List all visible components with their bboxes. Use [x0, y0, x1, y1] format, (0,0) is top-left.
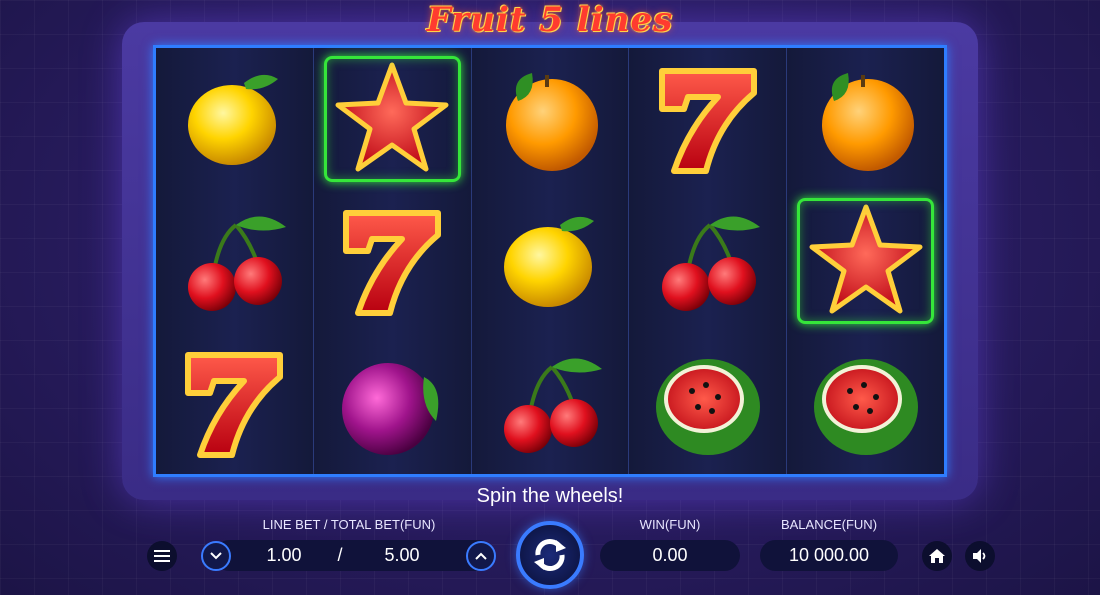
game-logo: Fruit 5 lines [0, 0, 1100, 48]
lemon-icon [188, 74, 279, 165]
watermelon-icon [655, 359, 760, 455]
total-bet-value: 5.00 [384, 545, 420, 565]
win-label: WIN(FUN) [639, 517, 701, 532]
reels-grid [153, 45, 947, 477]
seven-icon [343, 210, 442, 316]
reel-3 [471, 48, 630, 474]
watermelon-icon [813, 359, 918, 455]
line-bet-value: 1.00 [266, 545, 302, 565]
home-icon [929, 549, 945, 563]
orange-icon [505, 73, 598, 171]
reel-symbol-cherry [156, 190, 313, 332]
star-icon [335, 62, 449, 172]
status-message: Spin the wheels! [476, 485, 624, 507]
cherry-icon [503, 358, 602, 453]
plum-icon [342, 363, 439, 455]
menu-button[interactable] [147, 541, 177, 571]
menu-icon [154, 550, 170, 562]
reel-2 [313, 48, 472, 474]
orange-icon [821, 73, 914, 171]
seven-icon [658, 68, 757, 174]
win-display: 0.00 [600, 540, 740, 571]
reel-symbol-cherry [629, 190, 786, 332]
reel-symbol-plum [314, 332, 471, 474]
bet-label: LINE BET / TOTAL BET(FUN) [262, 517, 436, 532]
sound-button[interactable] [965, 541, 995, 571]
balance-display: 10 000.00 [760, 540, 898, 571]
reel-symbol-lemon [472, 190, 629, 332]
bet-separator: / [337, 545, 343, 565]
reel-symbol-orange [787, 48, 944, 190]
reel-symbol-lemon [156, 48, 313, 190]
reel-symbol-cherry [472, 332, 629, 474]
bet-increase-button[interactable] [466, 541, 496, 571]
home-button[interactable] [922, 541, 952, 571]
reel-5 [787, 48, 944, 474]
reel-symbol-seven [156, 332, 313, 474]
balance-label: BALANCE(FUN) [780, 517, 878, 532]
reel-symbol-watermelon [787, 332, 944, 474]
seven-icon [185, 352, 284, 458]
cherry-icon [661, 216, 760, 311]
reel-1 [156, 48, 314, 474]
win-value: 0.00 [652, 545, 688, 565]
balance-value: 10 000.00 [788, 545, 870, 565]
reel-symbol-star [314, 48, 471, 190]
game-title: Fruit 5 lines [426, 0, 674, 40]
reel-symbol-orange [472, 48, 629, 190]
spin-button[interactable] [516, 521, 584, 589]
bet-display: 1.00 / 5.00 [214, 540, 494, 571]
reel-symbol-seven [314, 190, 471, 332]
star-icon [809, 204, 923, 314]
reel-symbol-star [787, 190, 944, 332]
spin-arrows-icon [534, 539, 566, 571]
lemon-icon [503, 216, 594, 307]
reel-symbol-seven [629, 48, 786, 190]
cherry-icon [188, 216, 287, 311]
speaker-icon [973, 549, 986, 563]
reel-symbol-watermelon [629, 332, 786, 474]
reel-4 [629, 48, 788, 474]
bet-decrease-button[interactable] [201, 541, 231, 571]
chevron-down-icon [210, 552, 222, 560]
chevron-up-icon [475, 552, 487, 560]
